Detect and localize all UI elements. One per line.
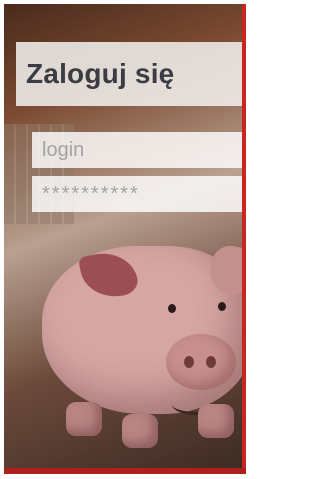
accent-strip [242, 4, 246, 474]
nostril-icon [206, 356, 216, 368]
pig-eye-icon [168, 304, 176, 313]
pig-snout-icon [166, 334, 236, 390]
page-title: Zaloguj się [26, 58, 175, 89]
nostril-icon [184, 356, 194, 368]
title-bar: Zaloguj się [16, 42, 246, 106]
pig-leg-icon [198, 404, 234, 438]
pig-leg-icon [66, 402, 102, 436]
pig-eye-icon [218, 302, 226, 311]
bottom-accent-strip [4, 468, 246, 474]
pig-leg-icon [122, 414, 158, 448]
password-input[interactable] [32, 176, 246, 212]
piggy-bank-image [4, 226, 246, 474]
login-panel: Zaloguj się [4, 4, 246, 474]
login-input[interactable] [32, 132, 246, 168]
